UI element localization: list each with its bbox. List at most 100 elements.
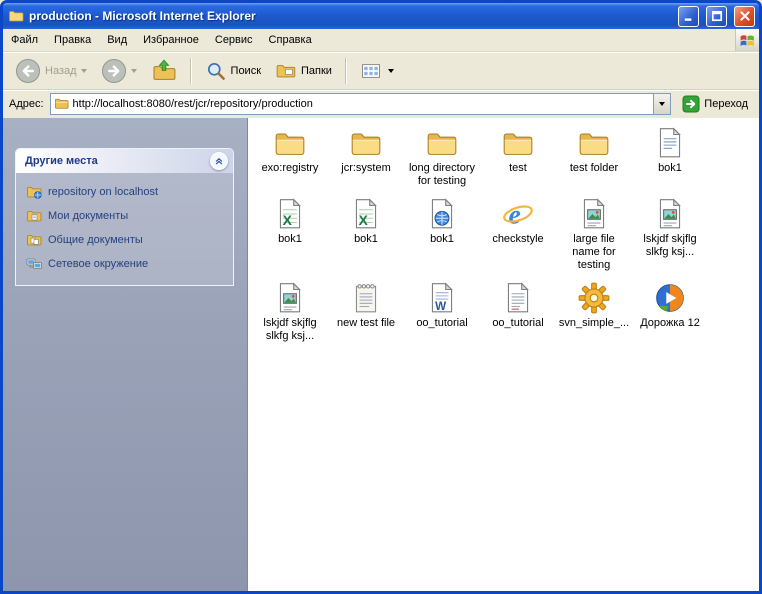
title-bar[interactable]: production - Microsoft Internet Explorer xyxy=(3,3,759,29)
close-icon xyxy=(739,10,751,22)
file-grid: exo:registryjcr:systemlong directory for… xyxy=(247,118,759,591)
sidebar-item[interactable]: repository on localhost xyxy=(26,184,227,200)
file-item-label: checkstyle xyxy=(492,233,543,246)
menu-item-help[interactable]: Справка xyxy=(261,29,320,51)
word-doc-icon: W xyxy=(425,281,459,315)
menu-item-favorites[interactable]: Избранное xyxy=(135,29,207,51)
sidebar-item[interactable]: Мои документы xyxy=(26,208,227,224)
other-places-header[interactable]: Другие места xyxy=(16,149,233,173)
file-item[interactable]: new test file xyxy=(328,281,404,343)
file-item[interactable]: svn_simple_... xyxy=(556,281,632,343)
chevron-up-icon xyxy=(213,155,225,167)
text-doc-icon xyxy=(653,126,687,160)
address-input[interactable] xyxy=(73,95,650,113)
sidebar-item-label: Мои документы xyxy=(48,210,128,222)
toolbar: Назад Поиск Папки xyxy=(3,52,759,90)
folders-label: Папки xyxy=(301,65,332,77)
maximize-button[interactable] xyxy=(706,6,727,27)
file-item[interactable]: Xbok1 xyxy=(328,197,404,272)
sidebar-item[interactable]: Общие документы xyxy=(26,232,227,248)
other-places-panel: Другие места repository on localhost Мои … xyxy=(15,148,234,286)
forward-button[interactable] xyxy=(95,55,143,87)
folder-up-icon xyxy=(151,58,177,84)
search-button[interactable]: Поиск xyxy=(199,57,267,85)
browser-window: production - Microsoft Internet Explorer… xyxy=(0,0,762,594)
file-item[interactable]: test folder xyxy=(556,126,632,188)
file-item[interactable]: large file name for testing xyxy=(556,197,632,272)
address-bar: Адрес: Переход xyxy=(3,90,759,118)
back-label: Назад xyxy=(45,65,77,77)
paint-doc-icon xyxy=(273,281,307,315)
file-item-label: test xyxy=(509,162,527,175)
file-item[interactable]: long directory for testing xyxy=(404,126,480,188)
network-icon xyxy=(26,256,42,272)
windows-logo-icon xyxy=(735,29,759,51)
go-label: Переход xyxy=(704,98,748,110)
sidebar-item[interactable]: Сетевое окружение xyxy=(26,256,227,272)
chevron-down-icon xyxy=(659,102,665,106)
toolbar-separator xyxy=(345,58,347,84)
back-dropdown-icon xyxy=(81,69,87,73)
file-item[interactable]: lskjdf skjflg slkfg ksj... xyxy=(252,281,328,343)
collapse-panel-button[interactable] xyxy=(210,152,228,170)
menu-item-file[interactable]: Файл xyxy=(3,29,46,51)
paint-doc-icon xyxy=(653,197,687,231)
explorer-sidebar: Другие места repository on localhost Мои … xyxy=(3,118,247,591)
file-item-label: bok1 xyxy=(278,233,302,246)
toolbar-separator xyxy=(190,58,192,84)
folders-button[interactable]: Папки xyxy=(269,57,338,85)
file-item[interactable]: bok1 xyxy=(404,197,480,272)
maximize-icon xyxy=(711,10,723,22)
folder-icon xyxy=(577,126,611,160)
media-icon xyxy=(653,281,687,315)
forward-dropdown-icon xyxy=(131,69,137,73)
sidebar-item-label: repository on localhost xyxy=(48,186,158,198)
close-button[interactable] xyxy=(734,6,755,27)
minimize-button[interactable] xyxy=(678,6,699,27)
ie-icon: e xyxy=(501,197,535,231)
file-item-label: oo_tutorial xyxy=(416,317,467,330)
file-item[interactable]: Xbok1 xyxy=(252,197,328,272)
menu-item-tools[interactable]: Сервис xyxy=(207,29,261,51)
go-icon xyxy=(682,95,700,113)
file-item-label: bok1 xyxy=(430,233,454,246)
address-dropdown-button[interactable] xyxy=(653,94,670,114)
svg-text:X: X xyxy=(283,212,293,228)
file-item-label: svn_simple_... xyxy=(559,317,629,330)
file-item[interactable]: bok1 xyxy=(632,126,708,188)
file-item-label: bok1 xyxy=(354,233,378,246)
content-area: Другие места repository on localhost Мои … xyxy=(3,118,759,591)
window-folder-icon xyxy=(8,8,24,24)
file-item[interactable]: Дорожка 12 xyxy=(632,281,708,343)
file-item-label: oo_tutorial xyxy=(492,317,543,330)
up-button[interactable] xyxy=(145,55,183,87)
file-item[interactable]: exo:registry xyxy=(252,126,328,188)
sidebar-item-label: Сетевое окружение xyxy=(48,258,148,270)
file-item-label: lskjdf skjflg slkfg ksj... xyxy=(254,317,326,343)
menu-item-view[interactable]: Вид xyxy=(99,29,135,51)
file-item[interactable]: test xyxy=(480,126,556,188)
address-folder-icon xyxy=(54,96,69,111)
other-places-list: repository on localhost Мои документы Общи… xyxy=(16,173,233,285)
file-item[interactable]: Woo_tutorial xyxy=(404,281,480,343)
go-button[interactable]: Переход xyxy=(677,93,753,115)
file-item[interactable]: lskjdf skjflg slkfg ksj... xyxy=(632,197,708,272)
views-button[interactable] xyxy=(354,57,400,85)
address-box xyxy=(50,93,672,115)
window-title: production - Microsoft Internet Explorer xyxy=(29,9,671,23)
file-item[interactable]: oo_tutorial xyxy=(480,281,556,343)
address-label: Адрес: xyxy=(9,98,44,110)
file-item[interactable]: e checkstyle xyxy=(480,197,556,272)
menu-item-edit[interactable]: Правка xyxy=(46,29,99,51)
search-icon xyxy=(205,60,227,82)
file-item-label: Дорожка 12 xyxy=(640,317,700,330)
folder-icon xyxy=(501,126,535,160)
svg-text:W: W xyxy=(435,300,446,313)
back-button[interactable]: Назад xyxy=(9,55,93,87)
folders-icon xyxy=(275,60,297,82)
folder-icon xyxy=(349,126,383,160)
file-item-label: lskjdf skjflg slkfg ksj... xyxy=(634,233,706,259)
file-item-label: bok1 xyxy=(658,162,682,175)
file-item[interactable]: jcr:system xyxy=(328,126,404,188)
other-places-title: Другие места xyxy=(25,155,98,167)
